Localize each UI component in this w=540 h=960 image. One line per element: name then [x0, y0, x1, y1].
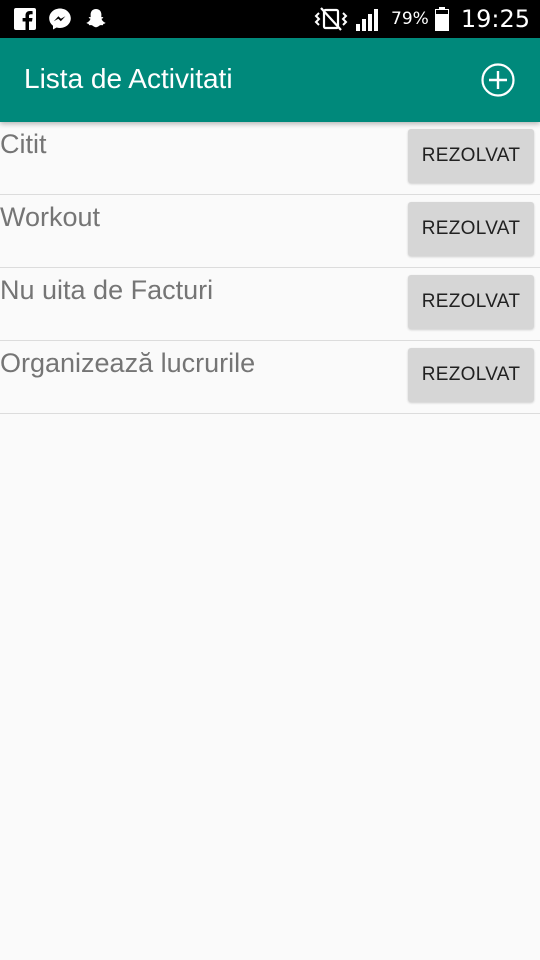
battery-icon [434, 7, 449, 31]
resolve-button[interactable]: REZOLVAT [408, 275, 534, 329]
battery-percentage: 79% [391, 9, 429, 29]
status-bar: 79% 19:25 [0, 0, 540, 38]
task-label: Organizează lucrurile [0, 348, 256, 378]
list-item: Organizează lucrurile REZOLVAT [0, 341, 540, 414]
add-task-button[interactable] [480, 62, 516, 98]
system-status: 79% 19:25 [313, 4, 530, 34]
app-bar: Lista de Activitati [0, 38, 540, 122]
list-item: Workout REZOLVAT [0, 195, 540, 268]
list-item: Citit REZOLVAT [0, 122, 540, 195]
app-title: Lista de Activitati [24, 63, 233, 94]
notification-icons [14, 7, 108, 31]
resolve-button[interactable]: REZOLVAT [408, 129, 534, 183]
resolve-button[interactable]: REZOLVAT [408, 348, 534, 402]
clock: 19:25 [460, 5, 530, 33]
facebook-icon [14, 8, 36, 30]
resolve-button[interactable]: REZOLVAT [408, 202, 534, 256]
task-label: Nu uita de Facturi [0, 275, 214, 305]
signal-icon [355, 6, 381, 32]
add-circle-icon [481, 63, 515, 97]
list-item: Nu uita de Facturi REZOLVAT [0, 268, 540, 341]
task-label: Workout [0, 202, 101, 232]
snapchat-icon [84, 7, 108, 31]
vibrate-icon [313, 6, 349, 32]
messenger-icon [48, 7, 72, 31]
task-label: Citit [0, 129, 47, 159]
task-list: Citit REZOLVAT Workout REZOLVAT Nu uita … [0, 122, 540, 414]
